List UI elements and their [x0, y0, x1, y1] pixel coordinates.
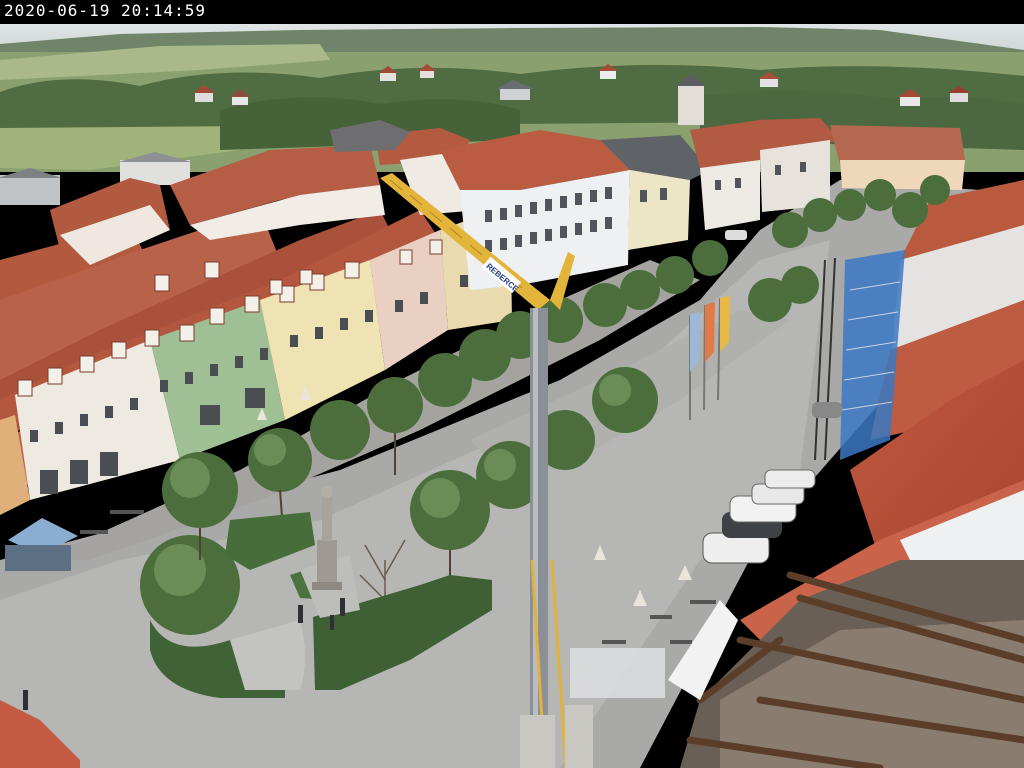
town-square-scene: REBERCE	[0, 24, 1024, 768]
timestamp-bar: 2020-06-19 20:14:59	[0, 0, 1024, 24]
webcam-frame: REBERCE 2020-06-19 20:14:59	[0, 0, 1024, 768]
timestamp-overlay: 2020-06-19 20:14:59	[4, 1, 207, 20]
